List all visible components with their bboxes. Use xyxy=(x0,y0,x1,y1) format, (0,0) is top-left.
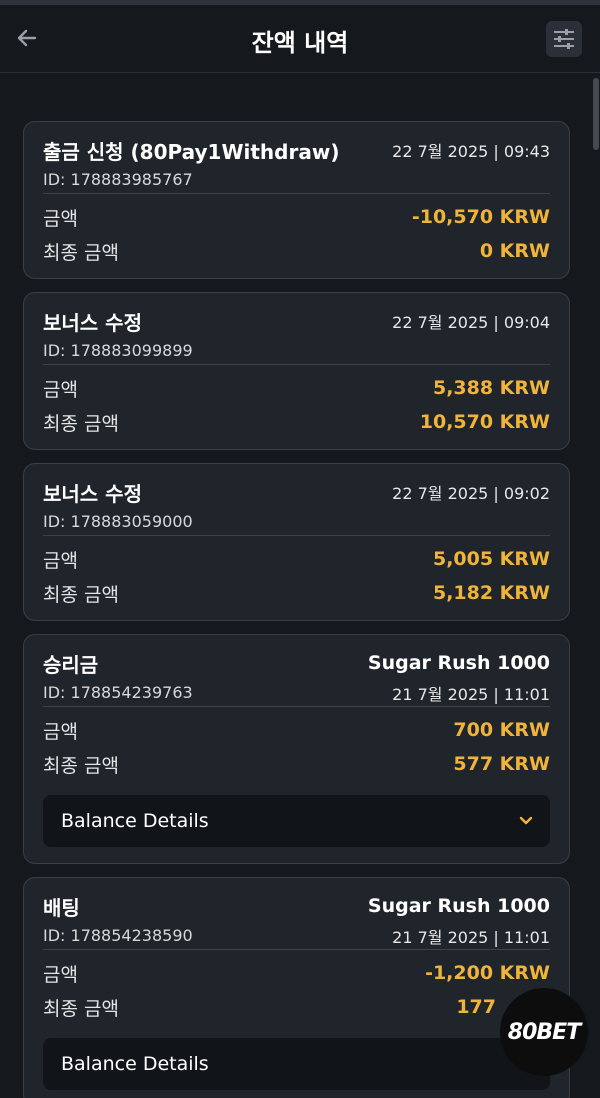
transaction-card[interactable]: 출금 신청 (80Pay1Withdraw) 22 7월 2025 | 09:4… xyxy=(23,121,570,279)
transaction-id: ID: 178854238590 xyxy=(43,926,193,945)
transaction-id: ID: 178883059000 xyxy=(43,512,193,531)
game-name: Sugar Rush 1000 xyxy=(367,652,550,674)
final-amount-label: 최종 금액 xyxy=(43,583,119,606)
scrollbar-thumb[interactable] xyxy=(593,78,599,150)
amount-label: 금액 xyxy=(43,207,78,230)
balance-details-label: Balance Details xyxy=(61,810,209,832)
transaction-id: ID: 178883985767 xyxy=(43,170,193,189)
final-amount-value: 5,182 KRW xyxy=(432,582,550,604)
transaction-card[interactable]: 배팅 Sugar Rush 1000 ID: 178854238590 21 7… xyxy=(23,877,570,1098)
final-amount-label: 최종 금액 xyxy=(43,754,119,777)
app-header: 잔액 내역 xyxy=(0,5,600,73)
balance-details-toggle[interactable]: Balance Details xyxy=(43,795,550,847)
filter-button[interactable] xyxy=(546,21,582,57)
transaction-date: 22 7월 2025 | 09:02 xyxy=(392,484,550,503)
final-amount-value: 177 xyxy=(456,996,496,1018)
brand-logo-badge[interactable]: 80BET xyxy=(500,988,588,1076)
final-amount-value: 10,570 KRW xyxy=(419,411,550,433)
final-amount-value: 0 KRW xyxy=(479,240,550,262)
transaction-date: 21 7월 2025 | 11:01 xyxy=(392,684,550,704)
transaction-date: 22 7월 2025 | 09:43 xyxy=(392,142,550,161)
amount-value: 5,005 KRW xyxy=(432,548,550,570)
transaction-date: 21 7월 2025 | 11:01 xyxy=(392,927,550,947)
transaction-card[interactable]: 보너스 수정 22 7월 2025 | 09:04 ID: 1788830998… xyxy=(23,292,570,450)
final-amount-label: 최종 금액 xyxy=(43,412,119,435)
transaction-id: ID: 178854239763 xyxy=(43,683,193,702)
transaction-type: 출금 신청 (80Pay1Withdraw) xyxy=(43,139,340,164)
amount-value: -10,570 KRW xyxy=(411,206,550,228)
chevron-down-icon xyxy=(518,813,534,829)
transaction-type: 보너스 수정 xyxy=(43,481,142,506)
transaction-type: 배팅 xyxy=(43,895,80,920)
game-name: Sugar Rush 1000 xyxy=(367,895,550,917)
transaction-list: 출금 신청 (80Pay1Withdraw) 22 7월 2025 | 09:4… xyxy=(23,121,570,1098)
amount-value: -1,200 KRW xyxy=(425,962,550,984)
final-amount-value: 577 KRW xyxy=(453,753,550,775)
amount-value: 5,388 KRW xyxy=(432,377,550,399)
final-amount-label: 최종 금액 xyxy=(43,241,119,264)
transaction-card[interactable]: 보너스 수정 22 7월 2025 | 09:02 ID: 1788830590… xyxy=(23,463,570,621)
final-amount-label: 최종 금액 xyxy=(43,997,119,1020)
brand-logo-text: 80BET xyxy=(507,1019,581,1045)
amount-label: 금액 xyxy=(43,963,78,986)
transaction-card[interactable]: 승리금 Sugar Rush 1000 ID: 178854239763 21 … xyxy=(23,634,570,864)
amount-label: 금액 xyxy=(43,378,78,401)
sliders-icon xyxy=(554,29,574,49)
transaction-id: ID: 178883099899 xyxy=(43,341,193,360)
balance-details-label: Balance Details xyxy=(61,1053,209,1075)
page-title: 잔액 내역 xyxy=(251,29,349,57)
amount-value: 700 KRW xyxy=(453,719,550,741)
transaction-date: 22 7월 2025 | 09:04 xyxy=(392,313,550,332)
amount-label: 금액 xyxy=(43,720,78,743)
balance-details-toggle[interactable]: Balance Details xyxy=(43,1038,550,1090)
transaction-type: 보너스 수정 xyxy=(43,310,142,335)
amount-label: 금액 xyxy=(43,549,78,572)
transaction-type: 승리금 xyxy=(43,652,99,677)
